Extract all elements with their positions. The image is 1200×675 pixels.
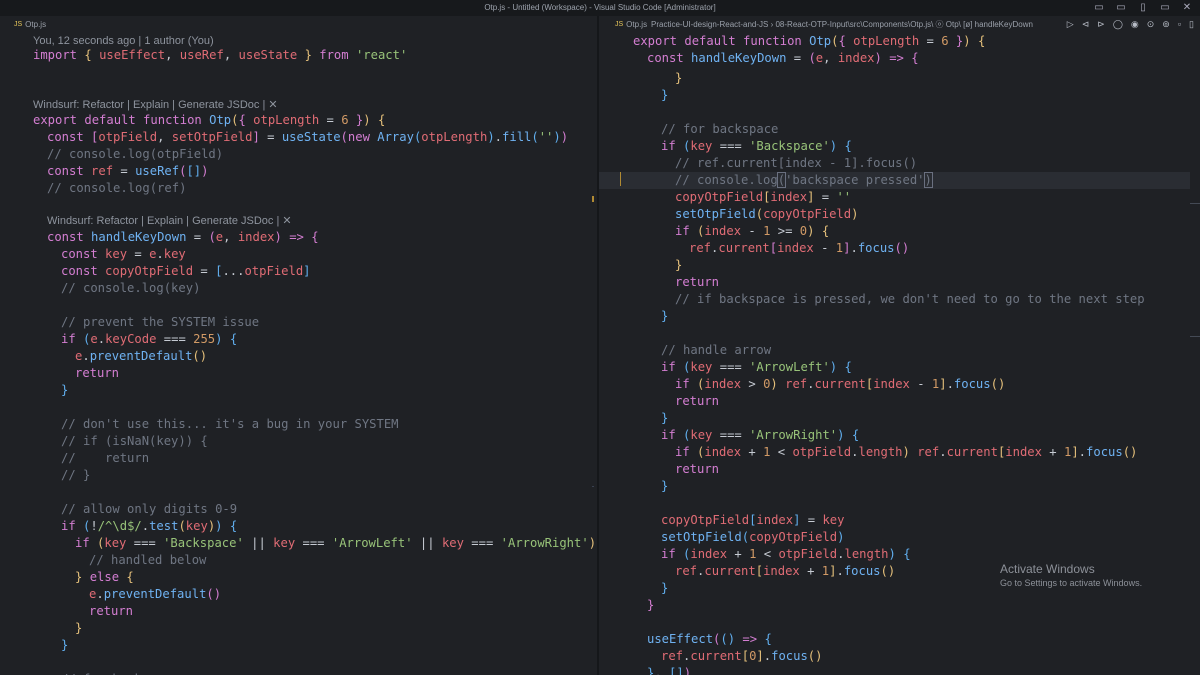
left-tab[interactable]: JS Otp.js — [14, 16, 46, 33]
code-line: // handled below — [89, 553, 207, 567]
code-line: if (e.keyCode === 255) { — [61, 332, 238, 346]
cursor-gutter-marker — [620, 172, 621, 186]
close-window-icon[interactable]: ✕ — [1182, 0, 1192, 16]
code-line: e.preventDefault() — [89, 587, 222, 601]
code-line: const copyOtpField = [...otpField] — [61, 264, 311, 278]
layout-toggle-icon[interactable]: ▭ — [1094, 0, 1104, 16]
codelens-actions[interactable]: Windsurf: Refactor | Explain | Generate … — [47, 213, 597, 230]
code-line: import { useEffect, useRef, useState } f… — [33, 48, 408, 62]
window-controls: ▭ ▭ ▯ ▭ ✕ — [1094, 0, 1192, 16]
scrollbar-marker — [1190, 203, 1200, 204]
compare-icon[interactable]: ⊚ — [1162, 16, 1170, 33]
js-file-icon: JS — [14, 21, 23, 28]
code-line: const [otpField, setOtpField] = useState… — [47, 130, 569, 144]
code-line: } — [675, 258, 683, 272]
left-editor[interactable]: JS Otp.js You, 12 seconds ago | 1 author… — [0, 16, 597, 675]
code-line: // ref.current[index - 1].focus() — [675, 156, 918, 170]
code-line: if (key === 'ArrowRight') { — [661, 428, 860, 442]
code-line: } else { — [75, 570, 134, 584]
restore-icon[interactable]: ▭ — [1160, 0, 1170, 16]
code-line: const key = e.key — [61, 247, 186, 261]
open-changes-icon[interactable]: ◯ — [1113, 16, 1123, 33]
sticky-scroll-line[interactable]: const handleKeyDown = (e, index) => { — [647, 50, 1200, 67]
code-line: }, []) — [647, 666, 692, 675]
code-line: ref.current[index - 1].focus() — [689, 241, 910, 255]
gutter-change-marker — [592, 196, 594, 202]
current-line: // console.log('backspace pressed') — [599, 172, 1190, 189]
timeline-icon[interactable]: ⊙ — [1147, 16, 1155, 33]
code-line: const handleKeyDown = (e, index) => { — [47, 230, 319, 244]
code-line: if (key === 'Backspace' || key === 'Arro… — [75, 536, 597, 550]
code-line: // prevent the SYSTEM issue — [61, 315, 260, 329]
code-line: } — [661, 309, 669, 323]
code-line: } — [61, 383, 69, 397]
left-tab-label: Otp.js — [25, 20, 47, 29]
code-line: // } — [61, 468, 91, 482]
right-tab[interactable]: JS Otp.js — [615, 16, 647, 33]
code-line: return — [675, 462, 720, 476]
code-line: // for backspace — [661, 122, 779, 136]
code-line: if (index - 1 >= 0) { — [675, 224, 830, 238]
watermark-subtitle: Go to Settings to activate Windows. — [1000, 578, 1143, 588]
code-line: if (index + 1 < otpField.length) { — [661, 547, 911, 561]
activate-windows-watermark: Activate Windows Go to Settings to activ… — [1000, 562, 1142, 588]
gutter-change-marker — [592, 486, 594, 487]
scrollbar-marker — [1190, 336, 1200, 337]
code-line: if (index + 1 < otpField.length) ref.cur… — [675, 445, 1138, 459]
code-line: export default function Otp({ otpLength … — [33, 113, 386, 127]
code-line: } — [75, 621, 83, 635]
run-icon[interactable]: ▷ — [1067, 16, 1074, 33]
code-line: ref.current[0].focus() — [661, 649, 823, 663]
code-line: } — [61, 638, 69, 652]
code-line: return — [675, 394, 720, 408]
code-line: } — [661, 479, 669, 493]
code-line: // console.log(ref) — [47, 181, 187, 195]
go-back-icon[interactable]: ⊲ — [1082, 16, 1090, 33]
code-line: return — [75, 366, 120, 380]
right-tab-bar: JS Otp.js Practice-UI-design-React-and-J… — [599, 16, 1200, 33]
breadcrumb[interactable]: Practice-UI-design-React-and-JS › 08-Rea… — [651, 16, 1033, 33]
code-line: // if (isNaN(key)) { — [61, 434, 208, 448]
code-line: // console.log(key) — [61, 281, 201, 295]
right-tab-label: Otp.js — [626, 20, 648, 29]
left-tab-bar: JS Otp.js — [0, 16, 597, 33]
code-line: // console.log(otpField) — [47, 147, 224, 161]
code-line: if (key === 'ArrowLeft') { — [661, 360, 852, 374]
watermark-title: Activate Windows — [1000, 562, 1095, 576]
code-line: // don't use this... it's a bug in your … — [61, 417, 399, 431]
panel-toggle-icon[interactable]: ▭ — [1116, 0, 1126, 16]
code-line: setOtpField(copyOtpField) — [675, 207, 859, 221]
title-bar: Otp.js - Untitled (Workspace) - Visual S… — [0, 0, 1200, 16]
code-line: // handle arrow — [661, 343, 772, 357]
code-line: e.preventDefault() — [75, 349, 208, 363]
code-line: } — [661, 88, 669, 102]
split-editor-icon[interactable]: ▫ — [1178, 16, 1181, 33]
sidebar-toggle-icon[interactable]: ▯ — [1138, 0, 1148, 16]
sticky-scroll-line[interactable]: export default function Otp({ otpLength … — [633, 33, 1200, 50]
js-file-icon: JS — [615, 21, 624, 28]
code-line: // return — [61, 451, 150, 465]
code-line: copyOtpField[index] = '' — [675, 190, 852, 204]
code-line: // if backspace is pressed, we don't nee… — [675, 292, 1145, 306]
editor-toolbar: ▷ ⊲ ⊳ ◯ ◉ ⊙ ⊚ ▫ ▯ — [1067, 16, 1194, 33]
code-line: } — [647, 598, 655, 612]
code-line: const ref = useRef([]) — [47, 164, 209, 178]
code-line: if (key === 'Backspace') { — [661, 139, 852, 153]
copilot-icon[interactable]: ◉ — [1131, 16, 1139, 33]
code-line: setOtpField(copyOtpField) — [661, 530, 845, 544]
code-line: return — [89, 604, 134, 618]
code-line: // allow only digits 0-9 — [61, 502, 238, 516]
window-title: Otp.js - Untitled (Workspace) - Visual S… — [484, 3, 716, 12]
code-line: if (!/^\d$/.test(key)) { — [61, 519, 238, 533]
code-line: if (index > 0) ref.current[index - 1].fo… — [675, 377, 1006, 391]
code-line: useEffect(() => { — [647, 632, 772, 646]
code-line: } — [675, 71, 683, 85]
code-line: } — [661, 411, 669, 425]
code-line: copyOtpField[index] = key — [661, 513, 845, 527]
code-line: return — [675, 275, 720, 289]
more-actions-icon[interactable]: ▯ — [1189, 16, 1194, 33]
code-line: // for backspace — [61, 671, 597, 675]
go-forward-icon[interactable]: ⊳ — [1097, 16, 1105, 33]
